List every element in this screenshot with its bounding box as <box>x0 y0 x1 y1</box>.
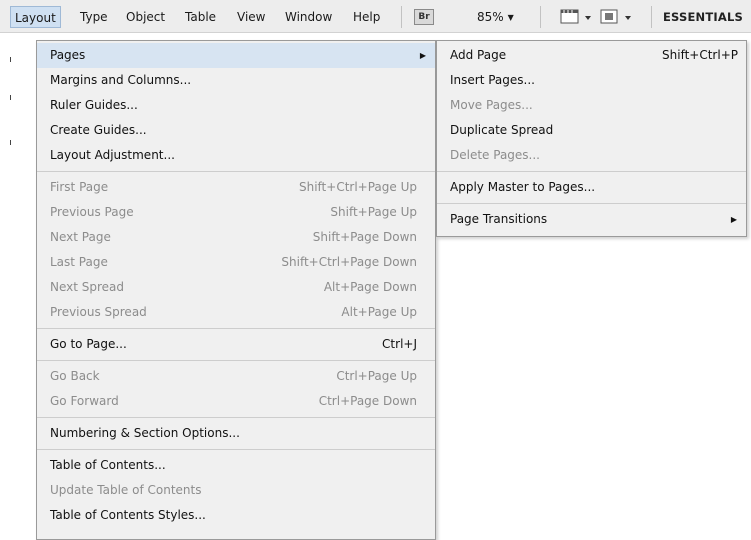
menu-item-label: Add Page <box>450 48 507 62</box>
menu-item-label: Delete Pages... <box>450 148 540 162</box>
bridge-button[interactable]: Br <box>414 9 434 25</box>
menu-item-go-to-page[interactable]: Go to Page... Ctrl+J <box>37 332 435 357</box>
menu-item-first-page[interactable]: First Page Shift+Ctrl+Page Up <box>37 175 435 200</box>
menu-item-numbering-section[interactable]: Numbering & Section Options... <box>37 421 435 446</box>
menu-item-add-page[interactable]: Add Page Shift+Ctrl+P <box>437 43 746 68</box>
menu-item-shortcut: Shift+Page Up <box>330 205 417 219</box>
menu-item-label: Next Spread <box>50 280 125 294</box>
menu-separator <box>437 171 746 172</box>
view-options-dropdown[interactable] <box>560 8 596 26</box>
menu-separator <box>37 171 435 172</box>
menu-help[interactable]: Help <box>353 9 380 25</box>
menu-item-label: Previous Page <box>50 205 134 219</box>
menu-type[interactable]: Type <box>80 9 108 25</box>
menubar-divider <box>401 6 402 28</box>
menu-item-shortcut: Shift+Ctrl+Page Up <box>298 180 417 194</box>
menu-item-next-page[interactable]: Next Page Shift+Page Down <box>37 225 435 250</box>
menu-item-duplicate-spread[interactable]: Duplicate Spread <box>437 118 746 143</box>
menu-item-label: Go Forward <box>50 394 119 408</box>
menu-item-shortcut: Shift+Page Down <box>312 230 417 244</box>
menu-item-margins-columns[interactable]: Margins and Columns... <box>37 68 435 93</box>
menu-item-label: Go Back <box>50 369 100 383</box>
menu-item-label: Insert Pages... <box>450 73 535 87</box>
menubar-divider <box>540 6 541 28</box>
menu-item-label: Numbering & Section Options... <box>50 426 240 440</box>
menu-item-label: Table of Contents Styles... <box>50 508 206 522</box>
menu-item-previous-spread[interactable]: Previous Spread Alt+Page Up <box>37 300 435 325</box>
submenu-arrow-icon: ▶ <box>730 215 737 224</box>
menu-item-label: Margins and Columns... <box>50 73 192 87</box>
menu-item-update-toc[interactable]: Update Table of Contents <box>37 478 435 503</box>
menu-item-layout-adjustment[interactable]: Layout Adjustment... <box>37 143 435 168</box>
menu-item-label: Move Pages... <box>450 98 533 112</box>
ruler-mark <box>10 140 11 145</box>
zoom-value: 85% <box>477 10 504 24</box>
menu-layout[interactable]: Layout <box>10 6 61 28</box>
menu-item-label: Previous Spread <box>50 305 147 319</box>
menu-table[interactable]: Table <box>185 9 216 25</box>
chevron-down-icon: ▼ <box>507 13 514 22</box>
menu-item-shortcut: Alt+Page Up <box>341 305 417 319</box>
menu-item-delete-pages[interactable]: Delete Pages... <box>437 143 746 168</box>
menu-item-label: Duplicate Spread <box>450 123 554 137</box>
menu-item-shortcut: Shift+Ctrl+P <box>662 48 738 62</box>
submenu-arrow-icon: ▶ <box>419 51 426 60</box>
menu-item-label: Page Transitions <box>450 212 548 226</box>
menu-bar: Layout Type Object Table View Window Hel… <box>0 0 751 33</box>
layout-menu: Pages ▶ Margins and Columns... Ruler Gui… <box>36 40 436 540</box>
menu-item-label: Ruler Guides... <box>50 98 138 112</box>
menu-item-label: Pages <box>50 48 86 62</box>
menu-item-label: Next Page <box>50 230 111 244</box>
menu-item-label: Go to Page... <box>50 337 127 351</box>
menu-item-go-forward[interactable]: Go Forward Ctrl+Page Down <box>37 389 435 414</box>
menu-separator <box>37 449 435 450</box>
menu-item-label: Table of Contents... <box>50 458 166 472</box>
menu-item-last-page[interactable]: Last Page Shift+Ctrl+Page Down <box>37 250 435 275</box>
menu-item-create-guides[interactable]: Create Guides... <box>37 118 435 143</box>
ruler-mark <box>10 95 11 100</box>
screen-mode-icon <box>560 9 591 24</box>
menu-item-table-of-contents[interactable]: Table of Contents... <box>37 453 435 478</box>
menu-item-toc-styles[interactable]: Table of Contents Styles... <box>37 503 435 528</box>
menu-item-page-transitions[interactable]: Page Transitions ▶ <box>437 207 746 232</box>
menu-item-label: Update Table of Contents <box>50 483 202 497</box>
menu-item-label: First Page <box>50 180 109 194</box>
menu-item-label: Last Page <box>50 255 108 269</box>
menu-window[interactable]: Window <box>285 9 332 25</box>
menu-item-label: Create Guides... <box>50 123 147 137</box>
menu-item-shortcut: Ctrl+Page Up <box>336 369 417 383</box>
menu-view[interactable]: View <box>237 9 265 25</box>
menu-item-apply-master[interactable]: Apply Master to Pages... <box>437 175 746 200</box>
menu-separator <box>37 360 435 361</box>
menu-item-label: Layout Adjustment... <box>50 148 175 162</box>
pages-submenu: Add Page Shift+Ctrl+P Insert Pages... Mov… <box>436 40 747 237</box>
menu-item-ruler-guides[interactable]: Ruler Guides... <box>37 93 435 118</box>
menu-separator <box>437 203 746 204</box>
menubar-divider <box>651 6 652 28</box>
menu-item-move-pages[interactable]: Move Pages... <box>437 93 746 118</box>
menu-item-shortcut: Ctrl+Page Down <box>318 394 417 408</box>
zoom-dropdown[interactable]: 85% ▼ <box>477 9 514 25</box>
menu-item-go-back[interactable]: Go Back Ctrl+Page Up <box>37 364 435 389</box>
menu-item-insert-pages[interactable]: Insert Pages... <box>437 68 746 93</box>
menu-object[interactable]: Object <box>126 9 165 25</box>
menu-item-shortcut: Ctrl+J <box>382 337 417 351</box>
ruler-mark <box>10 57 11 62</box>
menu-separator <box>37 417 435 418</box>
menu-item-shortcut: Shift+Ctrl+Page Down <box>281 255 417 269</box>
page-view-icon <box>600 9 631 24</box>
screen-mode-dropdown[interactable] <box>600 8 636 26</box>
menu-separator <box>37 328 435 329</box>
menu-item-previous-page[interactable]: Previous Page Shift+Page Up <box>37 200 435 225</box>
menu-item-shortcut: Alt+Page Down <box>323 280 417 294</box>
menu-item-pages[interactable]: Pages ▶ <box>37 43 435 68</box>
workspace-switcher[interactable]: ESSENTIALS <box>663 9 743 25</box>
menu-item-next-spread[interactable]: Next Spread Alt+Page Down <box>37 275 435 300</box>
menu-item-label: Apply Master to Pages... <box>450 180 596 194</box>
